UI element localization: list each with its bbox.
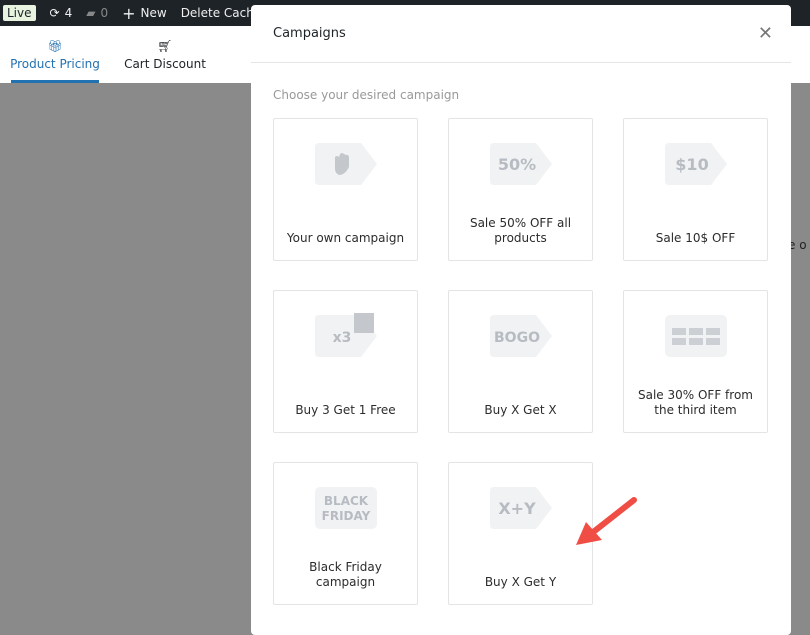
updates-count: 4 xyxy=(64,6,73,20)
campaign-label: Buy X Get Y xyxy=(484,575,557,589)
percent-tag-icon: 50% xyxy=(490,143,552,185)
campaigns-modal: Campaigns ✕ Choose your desired campaign… xyxy=(251,5,791,635)
campaign-card[interactable]: X+Y Buy X Get Y xyxy=(448,462,593,605)
campaign-card[interactable]: $10 Sale 10$ OFF xyxy=(623,118,768,261)
grid-items-icon xyxy=(665,315,727,357)
campaign-card[interactable]: Sale 30% OFF from the third item xyxy=(623,290,768,433)
svg-text:x3: x3 xyxy=(333,330,352,346)
svg-text:50%: 50% xyxy=(498,155,536,174)
black-friday-icon: BLACK FRIDAY xyxy=(315,487,377,529)
campaign-label: Black Friday campaign xyxy=(309,560,382,589)
bogo-tag-icon: BOGO xyxy=(490,315,552,357)
cart-icon: 🛒︎ xyxy=(157,38,173,53)
modal-subtitle: Choose your desired campaign xyxy=(273,88,460,102)
campaign-label: Buy 3 Get 1 Free xyxy=(295,403,396,417)
campaign-card[interactable]: BLACK FRIDAY Black Friday campaign xyxy=(273,462,418,605)
campaign-card[interactable]: Your own campaign xyxy=(273,118,418,261)
svg-text:BOGO: BOGO xyxy=(494,330,540,346)
svg-text:X+Y: X+Y xyxy=(498,499,536,518)
tab-cart-discount[interactable]: 🛒︎ Cart Discount xyxy=(110,26,220,83)
comment-icon: ▰ xyxy=(86,6,96,20)
campaign-card[interactable]: BOGO Buy X Get X xyxy=(448,290,593,433)
new-label: New xyxy=(140,6,167,20)
comments-button[interactable]: ▰ 0 xyxy=(86,6,108,20)
updates-button[interactable]: ⟳ 4 xyxy=(50,6,73,20)
svg-text:FRIDAY: FRIDAY xyxy=(322,509,371,523)
gift-icon: 🎁︎ xyxy=(47,38,63,53)
gift-x3-icon: x3 xyxy=(315,313,377,357)
refresh-icon: ⟳ xyxy=(49,6,60,20)
comments-count: 0 xyxy=(100,6,109,20)
campaign-card[interactable]: x3 Buy 3 Get 1 Free xyxy=(273,290,418,433)
dollar-tag-icon: $10 xyxy=(665,143,727,185)
campaign-label: Your own campaign xyxy=(286,231,405,245)
campaign-card[interactable]: 50% Sale 50% OFF all products xyxy=(448,118,593,261)
tab-product-pricing[interactable]: 🎁︎ Product Pricing xyxy=(0,26,110,83)
svg-text:BLACK: BLACK xyxy=(324,494,369,508)
tab-label: Product Pricing xyxy=(10,56,100,71)
tab-label: Cart Discount xyxy=(124,56,206,71)
delete-cache-button[interactable]: Delete Cache xyxy=(181,6,262,20)
modal-title: Campaigns xyxy=(273,26,346,41)
new-button[interactable]: + New xyxy=(122,4,167,23)
hand-icon xyxy=(315,143,377,185)
plus-icon: + xyxy=(122,3,136,23)
xy-tag-icon: X+Y xyxy=(490,487,552,529)
campaign-grid: Your own campaign 50% Sale 50% OFF all pro… xyxy=(273,118,768,605)
live-badge[interactable]: Live xyxy=(3,5,36,21)
campaign-label: Sale 30% OFF from the third item xyxy=(638,388,753,417)
modal-header: Campaigns xyxy=(251,5,791,63)
campaign-label: Sale 10$ OFF xyxy=(655,231,736,245)
campaign-label: Sale 50% OFF all products xyxy=(469,216,572,245)
campaign-label: Buy X Get X xyxy=(484,403,557,417)
close-icon[interactable]: ✕ xyxy=(758,23,773,44)
svg-text:$10: $10 xyxy=(675,155,708,174)
